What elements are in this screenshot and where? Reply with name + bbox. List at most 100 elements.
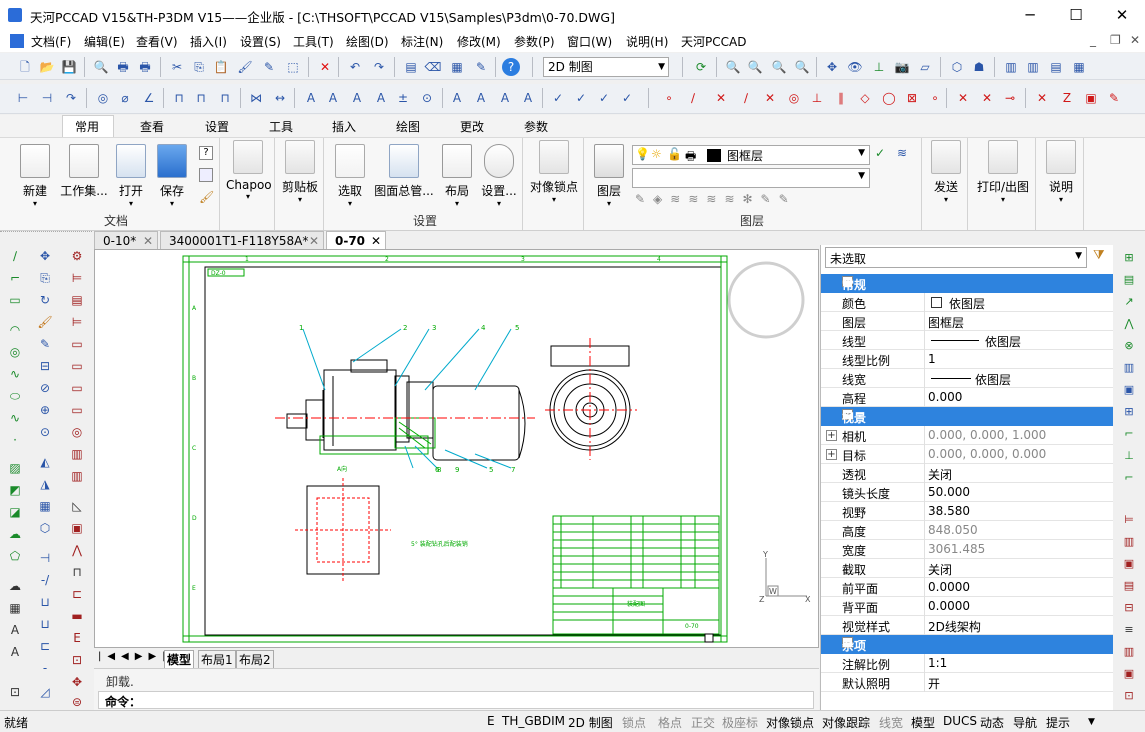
dim-baseline-icon[interactable]: ⊓ [170, 89, 188, 107]
category-general[interactable]: − 常规 [821, 274, 1114, 293]
snap-nearest-icon[interactable]: ✕ [954, 89, 972, 107]
mtext-icon[interactable]: A [372, 89, 390, 107]
cloud-tool-icon[interactable]: ☁ [6, 525, 24, 543]
prop-row-target[interactable]: + 目标 0.000, 0.000, 0.000 [821, 445, 1114, 464]
design-center-icon[interactable]: ▦ [448, 58, 466, 76]
layer-previous-icon[interactable]: ≋ [897, 146, 907, 160]
dim-continue-icon[interactable]: ⊓ [192, 89, 210, 107]
arc-tool-icon[interactable]: ◠ [6, 321, 24, 339]
gear-lib-icon[interactable]: ⋀ [68, 541, 86, 559]
rt-tool-6-icon[interactable]: ▥ [1120, 359, 1138, 377]
menu-view[interactable]: 查看(V) [136, 33, 178, 50]
dim-chain-icon[interactable]: ⊓ [216, 89, 234, 107]
rt-tool-2-icon[interactable]: ▤ [1120, 271, 1138, 289]
menu-settings[interactable]: 设置(S) [240, 33, 281, 50]
layer-button[interactable]: 图层 ▾ [591, 144, 627, 209]
doc-tab-0-70[interactable]: 0-70 ✕ [326, 231, 386, 249]
rivet-lib-icon[interactable]: ▭ [68, 379, 86, 397]
tab-draw[interactable]: 绘图 [396, 118, 420, 135]
menu-dimension[interactable]: 标注(N) [401, 33, 443, 50]
status-ortho[interactable]: 正交 [691, 714, 715, 731]
send-button[interactable]: 发送 ▾ [928, 140, 964, 205]
menu-modify[interactable]: 修改(M) [457, 33, 501, 50]
prop-row-color[interactable]: 颜色 依图层 [821, 293, 1114, 312]
status-navigation[interactable]: 导航 [1013, 714, 1037, 731]
eyedropper-icon[interactable]: ✎ [260, 58, 278, 76]
stretch-tool-icon[interactable]: ⊔ [36, 593, 54, 611]
settings-button[interactable]: 设置... ▾ [477, 144, 521, 209]
center-mark-icon[interactable]: ⊙ [418, 89, 436, 107]
status-snap[interactable]: 锁点 [622, 714, 646, 731]
close-icon[interactable]: ✕ [371, 232, 381, 250]
edit-icon[interactable]: ✎ [472, 58, 490, 76]
coupling-lib-icon[interactable]: ✥ [68, 673, 86, 691]
menu-window[interactable]: 窗口(W) [567, 33, 612, 50]
save-icon[interactable]: 💾 [60, 58, 78, 76]
wipeout-tool-icon[interactable]: ⬠ [6, 547, 24, 565]
layer-state-select[interactable]: ▼ [632, 168, 870, 188]
snap-tracking-icon[interactable]: ⊸ [1001, 89, 1019, 107]
snap-button[interactable]: 对像锁点 ▾ [529, 140, 579, 205]
overview-button[interactable]: 图面总管... [372, 144, 436, 199]
mtext-tool-icon[interactable]: A [6, 643, 24, 661]
channel-lib-icon[interactable]: ⊓ [68, 563, 86, 581]
layout-button[interactable]: 布局 ▾ [437, 144, 477, 209]
tab-insert[interactable]: 插入 [332, 118, 356, 135]
roughness-icon[interactable]: ✓ [618, 89, 636, 107]
tolerance-icon[interactable]: A [302, 89, 320, 107]
key-lib-icon[interactable]: ▭ [68, 357, 86, 375]
undo-icon[interactable]: ↶ [346, 58, 364, 76]
surface-finish-icon[interactable]: ✓ [549, 89, 567, 107]
zoom-extents-icon[interactable]: 🔍 [793, 58, 811, 76]
3d-tool-icon[interactable]: ⬡ [36, 519, 54, 537]
lengthen-tool-icon[interactable]: ⊔ [36, 615, 54, 633]
regen-icon[interactable]: ⟳ [692, 58, 710, 76]
open-button[interactable]: 打开 ▾ [111, 144, 151, 209]
valve-lib-icon[interactable]: ⊡ [68, 651, 86, 669]
curve-tool-icon[interactable]: ∿ [6, 409, 24, 427]
rt-tool-4-icon[interactable]: ⋀ [1120, 315, 1138, 333]
status-menu-chevron-icon[interactable]: ▼ [1088, 717, 1095, 727]
status-grid[interactable]: 格点 [658, 714, 682, 731]
help-icon[interactable]: ? [502, 58, 520, 76]
tab-home[interactable]: 常用 [75, 118, 99, 135]
dim-aligned-icon[interactable]: ⊣ [38, 89, 56, 107]
expand-icon[interactable]: + [826, 449, 837, 460]
maximize-button[interactable]: ☐ [1053, 0, 1099, 30]
copy-tool-icon[interactable]: ⎘ [36, 269, 54, 287]
rt-tool-17-icon[interactable]: ≡ [1120, 621, 1138, 639]
save-button[interactable]: 保存 ▾ [152, 144, 192, 209]
circle-tool-icon[interactable]: ◎ [6, 343, 24, 361]
rt-tool-13-icon[interactable]: ▥ [1120, 533, 1138, 551]
prop-row-elevation[interactable]: 高程 0.000 [821, 388, 1114, 407]
paste-icon[interactable]: 📋 [212, 58, 230, 76]
named-views-icon[interactable]: ▱ [916, 58, 934, 76]
plot-icon[interactable]: 🖶 [136, 58, 154, 76]
menu-tools[interactable]: 工具(T) [293, 33, 334, 50]
rt-tool-15-icon[interactable]: ▤ [1120, 577, 1138, 595]
prop-row-layer[interactable]: 图层 图框层 [821, 312, 1114, 331]
prop-row-default-lighting[interactable]: 默认照明 开 [821, 673, 1114, 692]
status-osnap[interactable]: 对像锁点 [766, 714, 814, 731]
category-misc[interactable]: − 杂项 [821, 635, 1114, 654]
text-tool-icon[interactable]: A [6, 621, 24, 639]
close-icon[interactable]: ✕ [309, 232, 319, 250]
dim-style-c-icon[interactable]: A [496, 89, 514, 107]
point-tool-icon[interactable]: · [6, 431, 24, 449]
snap-apparent-icon[interactable]: ∕ [737, 89, 755, 107]
zoom-realtime-icon[interactable]: 🔍 [724, 58, 742, 76]
menu-parameters[interactable]: 参数(P) [514, 33, 555, 50]
weld-icon[interactable]: ✓ [572, 89, 590, 107]
snap-midpoint-icon[interactable]: ∕ [684, 89, 702, 107]
rt-tool-11-icon[interactable]: ⌐ [1120, 469, 1138, 487]
prop-row-front-plane[interactable]: 前平面 0.0000 [821, 578, 1114, 597]
prop-row-perspective[interactable]: 透视 关闭 [821, 464, 1114, 483]
open-folder-icon[interactable]: 📂 [38, 58, 56, 76]
polyline-tool-icon[interactable]: ⌐ [6, 269, 24, 287]
dim-break-icon[interactable]: ⋈ [247, 89, 265, 107]
shaft-lib-icon[interactable]: ▥ [68, 467, 86, 485]
status-dynamic[interactable]: 动态 [980, 714, 1004, 731]
region-tool-icon[interactable]: ◩ [6, 481, 24, 499]
leader-icon[interactable]: A [324, 89, 342, 107]
layer-match-icon[interactable]: ✓ [875, 146, 885, 160]
